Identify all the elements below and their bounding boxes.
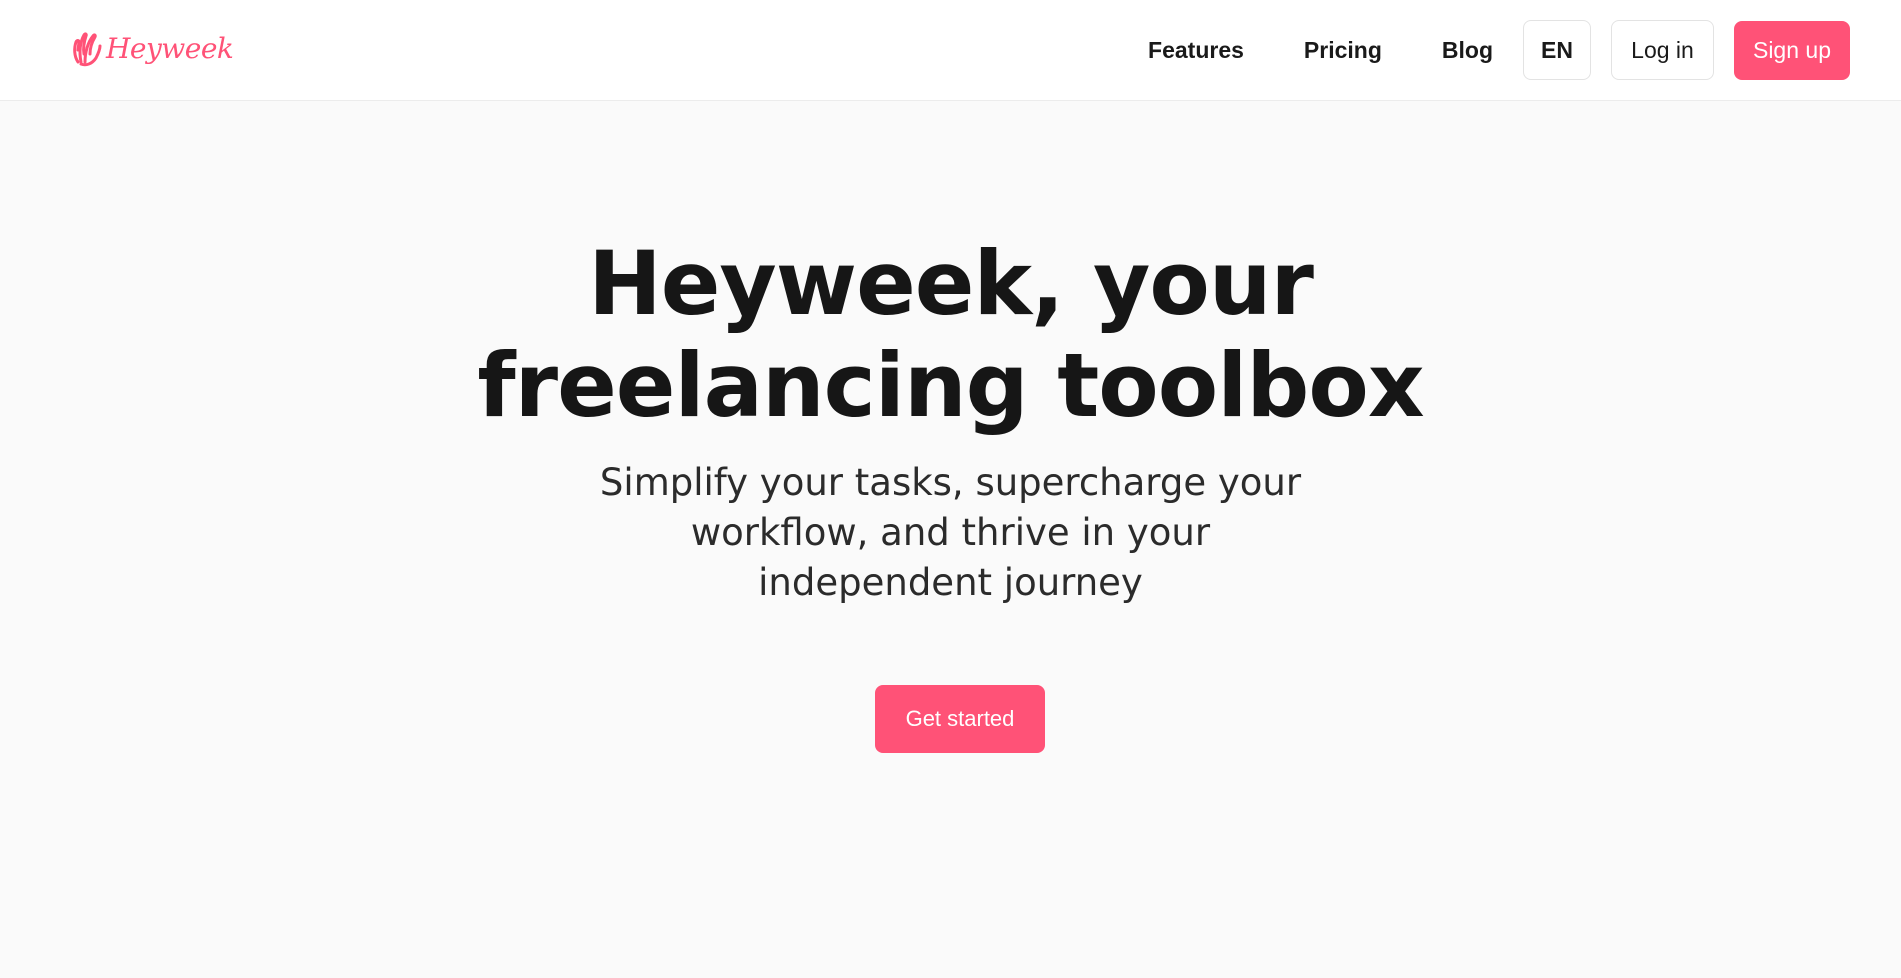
language-selector-button[interactable]: EN [1523, 20, 1591, 80]
hero-subtitle: Simplify your tasks, supercharge your wo… [599, 461, 1302, 604]
main-nav: Features Pricing Blog EN Log in Sign up [1118, 20, 1850, 80]
hero-title-line-2: freelancing toolbox [477, 334, 1424, 437]
signup-button[interactable]: Sign up [1734, 20, 1850, 80]
nav-link-pricing[interactable]: Pricing [1274, 20, 1412, 80]
hero-title: Heyweek, your freelancing toolbox [0, 233, 1901, 437]
waving-hand-icon [73, 32, 102, 67]
brand-name: Heyweek [106, 31, 234, 65]
get-started-button[interactable]: Get started [875, 685, 1045, 753]
site-header: Heyweek Features Pricing Blog EN Log in … [0, 0, 1901, 101]
nav-link-blog[interactable]: Blog [1412, 20, 1523, 80]
login-button[interactable]: Log in [1611, 20, 1714, 80]
nav-link-features[interactable]: Features [1118, 20, 1274, 80]
hero-section: Heyweek, your freelancing toolbox Simpli… [0, 101, 1901, 978]
brand-logo[interactable]: Heyweek [72, 28, 234, 68]
hero-title-line-1: Heyweek, your [588, 232, 1314, 335]
